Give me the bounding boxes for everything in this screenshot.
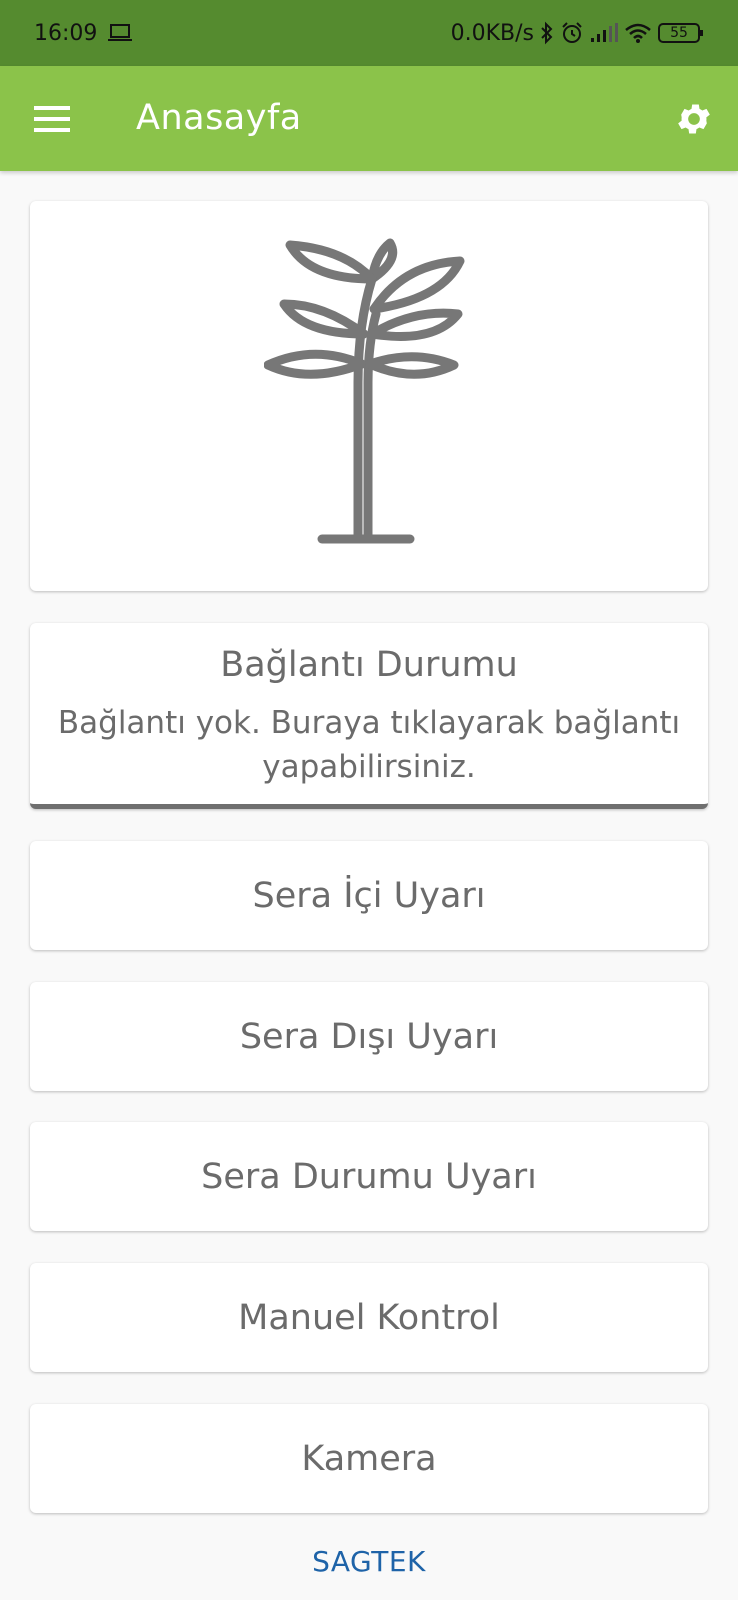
signal-icon — [590, 23, 618, 43]
sera-disi-uyari-button[interactable]: Sera Dışı Uyarı — [30, 982, 708, 1091]
connection-status-card[interactable]: Bağlantı Durumu Bağlantı yok. Buraya tık… — [30, 623, 708, 809]
connection-status-description: Bağlantı yok. Buraya tıklayarak bağlantı… — [57, 705, 681, 785]
alarm-icon — [560, 21, 584, 45]
manuel-kontrol-button[interactable]: Manuel Kontrol — [30, 1263, 708, 1372]
app-bar: Anasayfa — [0, 66, 738, 171]
battery-icon: 55 — [658, 22, 704, 44]
network-speed: 0.0KB/s — [450, 20, 534, 46]
kamera-button[interactable]: Kamera — [30, 1404, 708, 1513]
sera-durumu-uyari-button[interactable]: Sera Durumu Uyarı — [30, 1122, 708, 1231]
wifi-icon — [624, 22, 652, 44]
status-left: 16:09 — [34, 21, 133, 46]
hamburger-menu-icon[interactable] — [34, 104, 72, 134]
connection-status-title: Bağlantı Durumu — [220, 645, 518, 685]
hero-card — [30, 201, 708, 591]
laptop-icon — [107, 23, 133, 43]
status-right: 0.0KB/s 55 — [451, 21, 704, 46]
battery-level: 55 — [670, 25, 688, 41]
page-title: Anasayfa — [136, 98, 302, 138]
status-time: 16:09 — [34, 20, 98, 46]
plant-tree-icon — [263, 234, 474, 558]
gear-icon[interactable] — [674, 99, 714, 139]
status-bar: 16:09 0.0KB/s 55 — [0, 0, 738, 66]
sera-ici-uyari-button[interactable]: Sera İçi Uyarı — [30, 841, 708, 950]
footer-brand: SAGTEK — [312, 1545, 426, 1578]
bluetooth-icon — [540, 21, 554, 45]
